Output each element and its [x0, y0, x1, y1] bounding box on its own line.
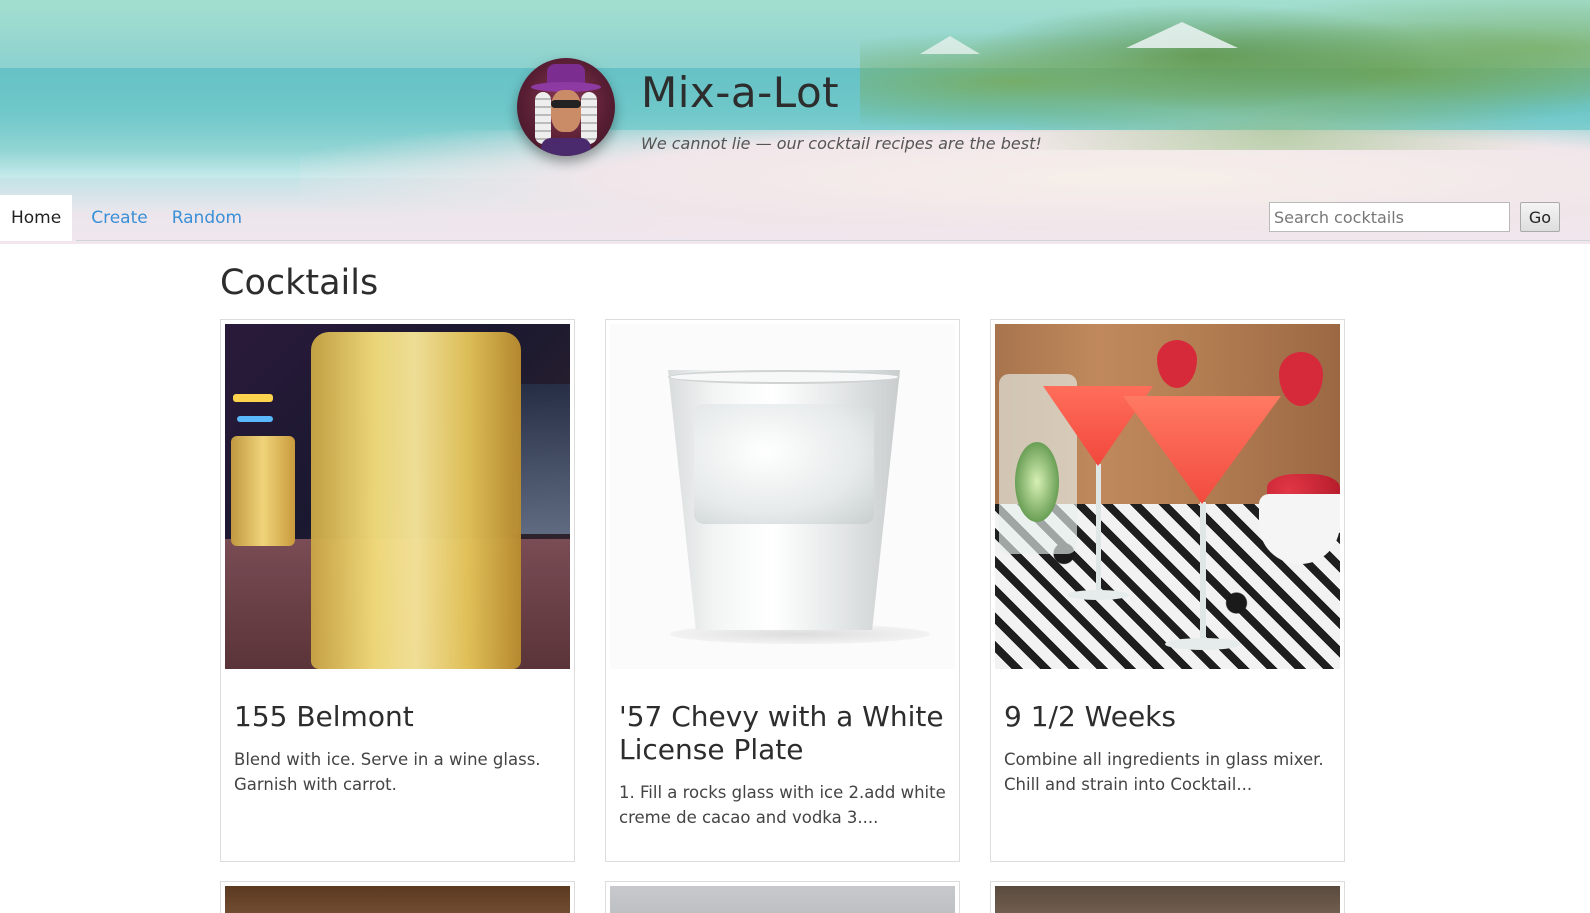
search-form: Go	[1269, 202, 1560, 232]
cocktail-image[interactable]	[225, 886, 570, 913]
cocktail-image[interactable]	[995, 324, 1340, 669]
nav-divider	[76, 240, 1590, 241]
cocktail-image[interactable]	[225, 324, 570, 669]
site-header: Mix-a-Lot We cannot lie — our cocktail r…	[0, 0, 1590, 244]
header-palm-trees	[860, 0, 1590, 150]
cocktail-card[interactable]: '57 Chevy with a White License Plate 1. …	[605, 319, 960, 862]
site-tagline: We cannot lie — our cocktail recipes are…	[641, 134, 1042, 153]
cocktail-card[interactable]	[220, 881, 575, 913]
cocktail-title[interactable]: 9 1/2 Weeks	[1004, 700, 1334, 733]
cocktail-card[interactable]	[990, 881, 1345, 913]
search-go-button[interactable]: Go	[1520, 202, 1560, 232]
cocktail-title[interactable]: 155 Belmont	[234, 700, 564, 733]
cocktail-description: 1. Fill a rocks glass with ice 2.add whi…	[619, 783, 946, 827]
cocktail-description: Blend with ice. Serve in a wine glass. G…	[234, 750, 541, 794]
cocktail-card[interactable]: 155 Belmont Blend with ice. Serve in a w…	[220, 319, 575, 862]
cocktail-image[interactable]	[610, 886, 955, 913]
site-logo[interactable]	[517, 58, 615, 156]
cocktail-title[interactable]: '57 Chevy with a White License Plate	[619, 700, 949, 766]
cocktail-card[interactable]: 9 1/2 Weeks Combine all ingredients in g…	[990, 319, 1345, 862]
main-nav: Home Create Random	[0, 195, 253, 241]
page-title: Cocktails	[220, 263, 379, 303]
tab-home[interactable]: Home	[0, 195, 73, 241]
tab-create[interactable]: Create	[80, 195, 159, 241]
cocktail-description: Combine all ingredients in glass mixer. …	[1004, 750, 1324, 794]
tab-random[interactable]: Random	[161, 195, 253, 241]
cocktail-image[interactable]	[610, 324, 955, 669]
site-title[interactable]: Mix-a-Lot	[641, 68, 839, 117]
cocktail-card[interactable]	[605, 881, 960, 913]
cocktail-image[interactable]	[995, 886, 1340, 913]
search-input[interactable]	[1269, 202, 1510, 232]
